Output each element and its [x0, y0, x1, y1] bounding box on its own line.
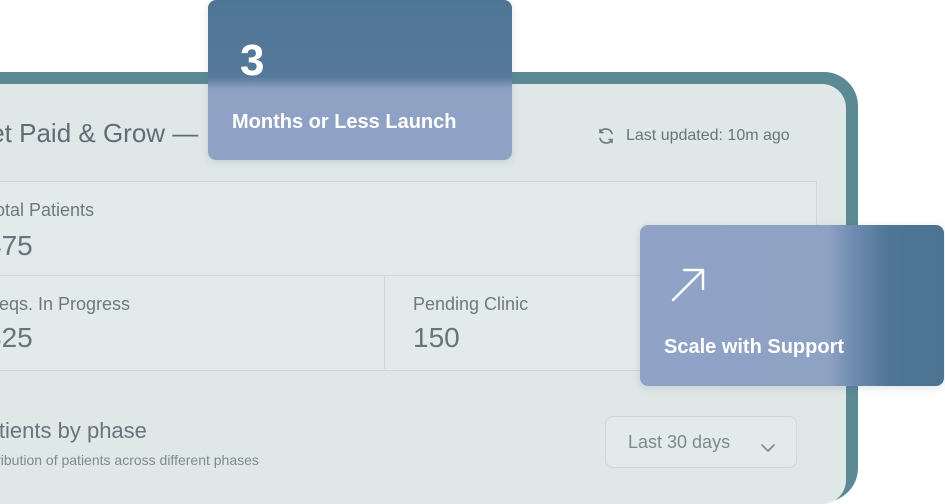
- date-range-select[interactable]: Last 30 days: [605, 416, 797, 468]
- stat-label: Reqs. In Progress: [0, 294, 131, 314]
- stat-value: 475: [0, 230, 33, 261]
- date-range-value: Last 30 days: [628, 431, 731, 452]
- stat-value: 150: [413, 322, 460, 353]
- last-updated: Last updated: 10m ago: [596, 126, 790, 146]
- last-updated-text: Last updated: 10m ago: [626, 127, 790, 144]
- launch-label: Months or Less Launch: [232, 111, 457, 133]
- stat-label: Total Patients: [0, 200, 95, 220]
- scale-card: Scale with Support: [640, 225, 944, 386]
- chevron-down-icon: [760, 437, 776, 458]
- stat-value: 325: [0, 322, 33, 353]
- launch-card: 3 Months or Less Launch: [208, 0, 512, 160]
- phase-chart-subtitle: Distribution of patients across differen…: [0, 452, 259, 468]
- scale-label: Scale with Support: [664, 336, 845, 358]
- dashboard-title: Get Paid & Grow —: [0, 118, 199, 148]
- stat-label: Pending Clinic: [413, 294, 529, 314]
- refresh-icon[interactable]: [596, 126, 616, 146]
- phase-chart-title: Patients by phase: [0, 418, 147, 443]
- launch-number: 3: [240, 36, 265, 85]
- arrow-up-right-icon: [670, 267, 706, 308]
- stat-reqs-in-progress: Reqs. In Progress 325: [0, 276, 385, 369]
